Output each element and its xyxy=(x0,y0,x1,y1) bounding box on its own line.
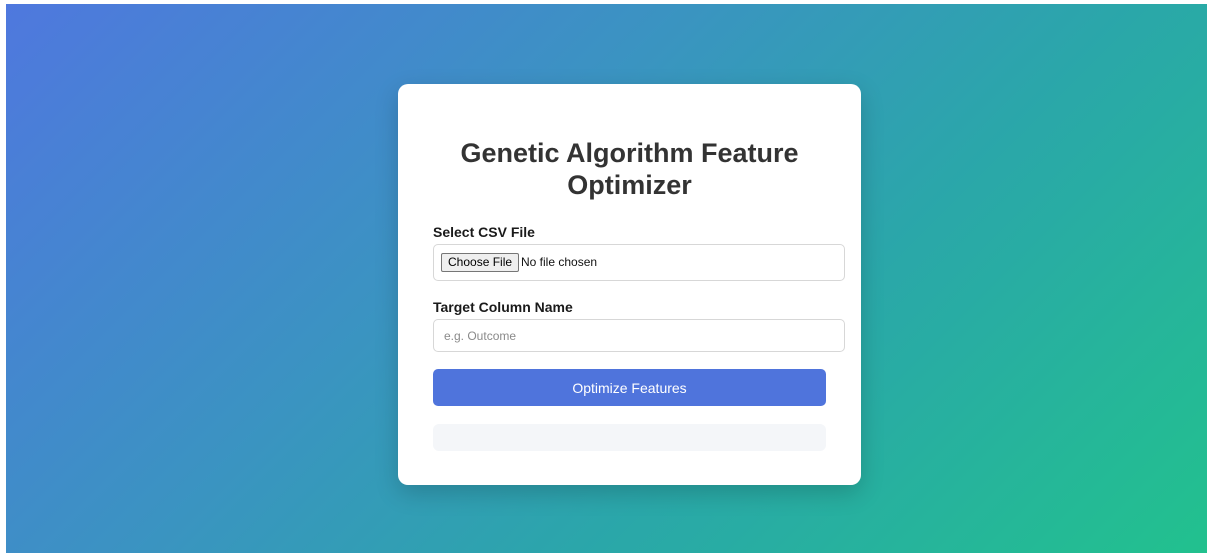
optimizer-card: Genetic Algorithm Feature Optimizer Sele… xyxy=(398,84,861,485)
target-column-label: Target Column Name xyxy=(433,299,573,315)
choose-file-button[interactable]: Choose File xyxy=(441,253,520,272)
csv-file-label: Select CSV File xyxy=(433,224,535,240)
file-status-text: No file chosen xyxy=(521,255,598,269)
csv-file-input[interactable]: Choose File No file chosen xyxy=(433,244,845,281)
page-background: Genetic Algorithm Feature Optimizer Sele… xyxy=(6,4,1207,553)
result-box xyxy=(433,424,826,451)
page-title: Genetic Algorithm Feature Optimizer xyxy=(460,138,799,200)
optimize-features-button[interactable]: Optimize Features xyxy=(433,369,826,406)
target-column-input[interactable] xyxy=(433,319,845,352)
